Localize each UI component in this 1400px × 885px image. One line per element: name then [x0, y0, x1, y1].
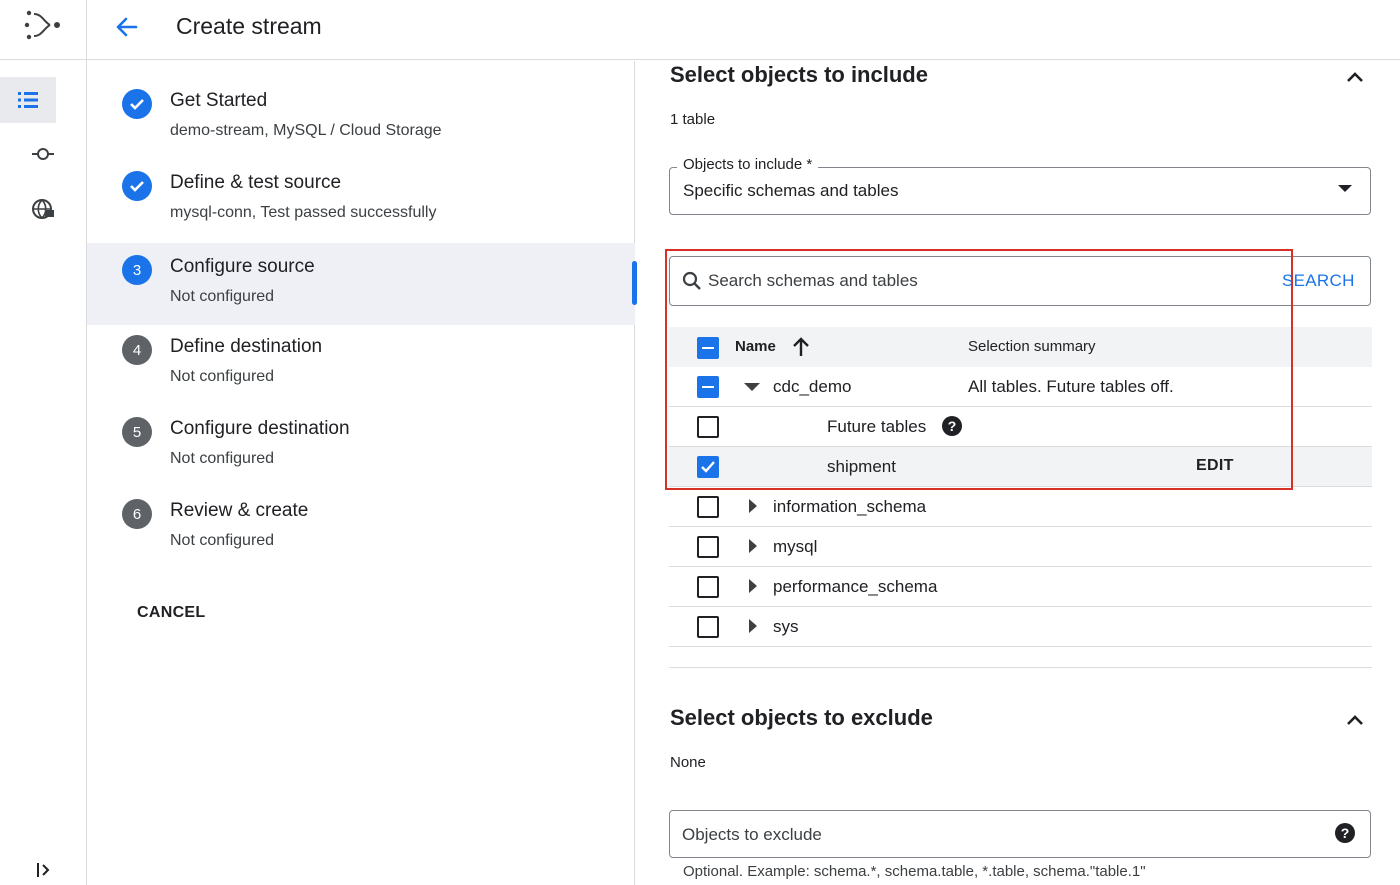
row-checkbox[interactable]	[697, 536, 719, 558]
expand-rail-icon[interactable]	[34, 860, 54, 880]
row-checkbox[interactable]	[697, 616, 719, 638]
step-get-started[interactable]: Get Started demo-stream, MySQL / Cloud S…	[87, 61, 635, 143]
table-row: mysql	[669, 527, 1372, 567]
step-check-icon	[122, 89, 152, 119]
table-row: cdc_demo All tables. Future tables off.	[669, 367, 1372, 407]
step-label: Define & test source	[170, 172, 342, 193]
future-tables-label: Future tables	[827, 417, 927, 436]
sort-ascending-icon[interactable]	[791, 336, 811, 358]
step-number: 3	[122, 255, 152, 285]
expand-triangle-icon[interactable]	[749, 499, 757, 513]
svg-text:?: ?	[1341, 825, 1350, 841]
schema-name: mysql	[773, 537, 818, 556]
globe-lock-icon	[32, 199, 54, 219]
row-checkbox[interactable]	[697, 496, 719, 518]
include-count: 1 table	[670, 111, 716, 128]
selection-summary-column-header: Selection summary	[968, 338, 1096, 355]
step-summary: mysql-conn, Test passed successfully	[170, 204, 437, 221]
schema-name: performance_schema	[773, 577, 938, 596]
step-define-destination[interactable]: 4 Define destination Not configured	[87, 307, 635, 389]
search-button[interactable]: SEARCH	[1282, 271, 1355, 291]
step-number: 6	[122, 499, 152, 529]
step-label: Configure destination	[170, 418, 350, 439]
connection-icon	[32, 148, 54, 160]
list-icon	[18, 92, 38, 108]
stepper-panel: Get Started demo-stream, MySQL / Cloud S…	[87, 61, 637, 885]
step-label: Configure source	[170, 256, 315, 277]
table-row: information_schema	[669, 487, 1372, 527]
top-bar: Create stream	[0, 0, 1400, 60]
row-checkbox[interactable]	[697, 456, 719, 478]
step-summary: Not configured	[170, 450, 275, 467]
table-row: Future tables ?	[669, 407, 1372, 447]
collapse-include-icon[interactable]	[1342, 64, 1368, 90]
exclude-section-title: Select objects to exclude	[670, 705, 933, 730]
row-checkbox[interactable]	[697, 376, 719, 398]
row-checkbox[interactable]	[697, 416, 719, 438]
exclude-value: None	[670, 754, 706, 771]
expand-triangle-icon[interactable]	[749, 539, 757, 553]
back-arrow-icon[interactable]	[112, 12, 142, 42]
table-row: performance_schema	[669, 567, 1372, 607]
step-summary: Not configured	[170, 532, 275, 549]
selection-summary: All tables. Future tables off.	[968, 377, 1174, 396]
scroll-thumb[interactable]	[632, 261, 637, 305]
step-number: 4	[122, 335, 152, 365]
step-summary: Not configured	[170, 368, 275, 385]
table-name: shipment	[827, 457, 896, 476]
table-row: shipment	[669, 447, 1372, 487]
cancel-button[interactable]: CANCEL	[137, 604, 205, 622]
section-divider	[669, 667, 1372, 668]
step-summary: demo-stream, MySQL / Cloud Storage	[170, 122, 442, 139]
step-configure-destination[interactable]: 5 Configure destination Not configured	[87, 389, 635, 471]
step-define-test-source[interactable]: Define & test source mysql-conn, Test pa…	[87, 143, 635, 225]
schema-name: information_schema	[773, 497, 927, 516]
step-review-create[interactable]: 6 Review & create Not configured	[87, 471, 635, 553]
objects-to-include-label: Objects to include *	[677, 156, 819, 173]
edit-button[interactable]: EDIT	[1196, 457, 1234, 475]
select-all-checkbox[interactable]	[697, 337, 719, 359]
step-label: Get Started	[170, 90, 268, 111]
check-icon	[701, 461, 715, 473]
expand-triangle-icon[interactable]	[749, 619, 757, 633]
step-check-icon	[122, 171, 152, 201]
objects-to-exclude-input[interactable]	[682, 822, 1312, 848]
row-checkbox[interactable]	[697, 576, 719, 598]
step-number: 5	[122, 417, 152, 447]
help-icon[interactable]: ?	[942, 416, 962, 436]
help-icon[interactable]: ?	[1335, 823, 1355, 843]
expand-triangle-icon[interactable]	[749, 579, 757, 593]
dropdown-caret-icon[interactable]	[1338, 185, 1352, 192]
table-row: sys	[669, 607, 1372, 647]
rail-private-connectivity-item[interactable]	[0, 186, 86, 232]
exclude-hint: Optional. Example: schema.*, schema.tabl…	[683, 863, 1146, 880]
search-icon	[682, 271, 701, 290]
rail-connections-item[interactable]	[0, 131, 86, 177]
step-label: Review & create	[170, 500, 309, 521]
rail-streams-item[interactable]	[0, 77, 56, 123]
objects-to-include-value: Specific schemas and tables	[683, 181, 899, 200]
collapse-exclude-icon[interactable]	[1342, 707, 1368, 733]
datastream-logo-icon	[24, 10, 60, 40]
step-summary: Not configured	[170, 288, 275, 305]
search-input[interactable]	[708, 267, 1268, 295]
schema-name: sys	[773, 617, 799, 636]
step-label: Define destination	[170, 336, 323, 357]
name-column-header[interactable]: Name	[735, 338, 776, 355]
page-title: Create stream	[176, 13, 322, 39]
include-section-title: Select objects to include	[670, 62, 928, 87]
collapse-triangle-icon[interactable]	[744, 383, 760, 391]
schema-name: cdc_demo	[773, 377, 852, 396]
